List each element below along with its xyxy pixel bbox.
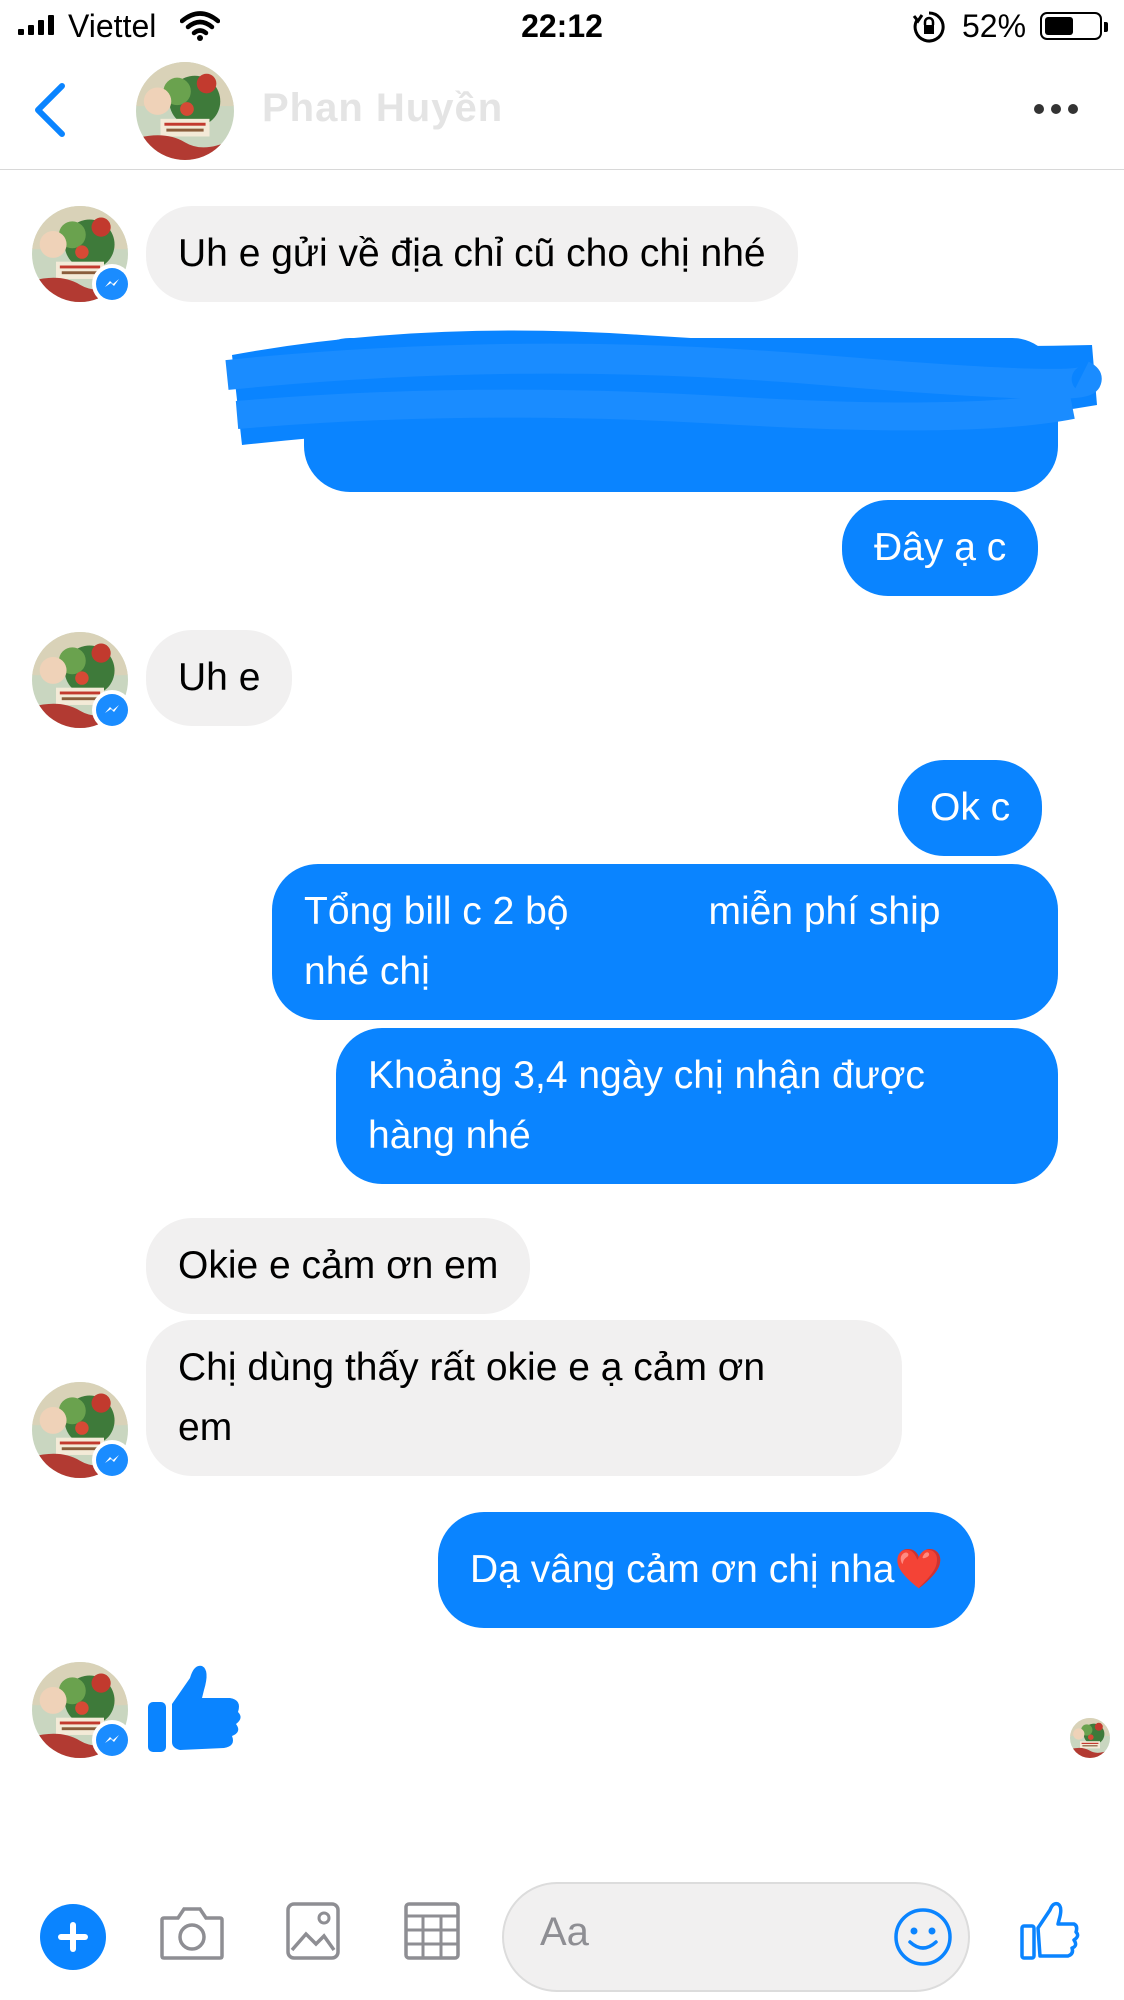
composer-toolbar: Aa <box>0 1860 1124 2000</box>
message-text-part-a: Tổng bill c 2 bộ <box>304 890 569 933</box>
message-input-placeholder: Aa <box>540 1910 589 1954</box>
incoming-message[interactable]: Uh e <box>146 630 293 726</box>
message-text: Okie e cảm ơn em <box>178 1244 499 1287</box>
contact-name[interactable]: Phan Huyền <box>262 86 503 131</box>
messenger-badge-icon <box>92 264 132 304</box>
contact-avatar[interactable] <box>136 62 234 160</box>
contact-avatar-small[interactable] <box>32 206 132 304</box>
incoming-message[interactable]: Chị dùng thấy rất okie e ạ cảm ơn em <box>146 1320 902 1476</box>
message-text-line2: em <box>178 1406 233 1449</box>
back-button[interactable] <box>28 80 78 140</box>
emoji-icon[interactable] <box>892 1906 954 1968</box>
outgoing-message[interactable]: Khoảng 3,4 ngày chị nhận được hàng nhé <box>336 1028 1058 1184</box>
contact-avatar-small[interactable] <box>32 1662 132 1760</box>
contact-avatar-small[interactable] <box>32 1382 132 1480</box>
message-text-line2: nhé chị <box>304 950 430 993</box>
camera-icon[interactable] <box>158 1900 226 1966</box>
battery-fill <box>1045 17 1073 35</box>
message-text: Ok c <box>930 786 1011 829</box>
chevron-left-icon <box>35 83 65 137</box>
plus-button[interactable] <box>40 1904 106 1970</box>
grid-icon[interactable] <box>402 1900 462 1962</box>
messenger-badge-icon <box>92 690 132 730</box>
battery-percent: 52% <box>962 8 1027 44</box>
rotation-lock-icon <box>912 10 946 49</box>
more-button[interactable] <box>1034 104 1078 114</box>
incoming-message[interactable]: Uh e gửi về địa chỉ cũ cho chị nhé <box>146 206 798 302</box>
message-text-line1: Khoảng 3,4 ngày chị nhận được <box>368 1054 925 1097</box>
read-receipt-avatar <box>1070 1718 1110 1758</box>
image-icon[interactable] <box>284 1900 342 1962</box>
message-text: Đây ạ c <box>874 526 1007 569</box>
outgoing-message[interactable]: Dạ vâng cảm ơn chị nha❤️ <box>438 1512 976 1628</box>
message-text: Uh e gửi về địa chỉ cũ cho chị nhé <box>178 232 766 275</box>
message-text: Dạ vâng cảm ơn chị nha <box>470 1548 895 1591</box>
heart-emoji: ❤️ <box>894 1548 944 1591</box>
battery-icon <box>1040 12 1108 40</box>
more-icon <box>1034 104 1044 114</box>
status-bar: Viettel 22:12 52% <box>0 0 1124 52</box>
thumbs-up-sticker[interactable] <box>144 1658 244 1758</box>
messenger-badge-icon <box>92 1440 132 1480</box>
conversation-header: Phan Huyền <box>0 52 1124 170</box>
message-input[interactable]: Aa <box>502 1882 970 1992</box>
contact-avatar-small[interactable] <box>32 632 132 730</box>
thumbs-up-icon[interactable] <box>1018 1900 1080 1962</box>
incoming-message[interactable]: Okie e cảm ơn em <box>146 1218 531 1314</box>
message-text-line1: Chị dùng thấy rất okie e ạ cảm ơn <box>178 1346 766 1389</box>
clock: 22:12 <box>521 8 603 44</box>
outgoing-message[interactable]: Ok c <box>898 760 1043 856</box>
message-text: Uh e <box>178 656 261 699</box>
message-text-part-b: miễn phí ship <box>708 890 941 933</box>
messenger-badge-icon <box>92 1720 132 1760</box>
message-text-line2: hàng nhé <box>368 1114 531 1157</box>
outgoing-message[interactable]: Đây ạ c <box>842 500 1039 596</box>
outgoing-message[interactable]: Tổng bill c 2 bộ miễn phí ship nhé chị <box>272 864 1058 1020</box>
redaction-scribble <box>225 330 1102 445</box>
